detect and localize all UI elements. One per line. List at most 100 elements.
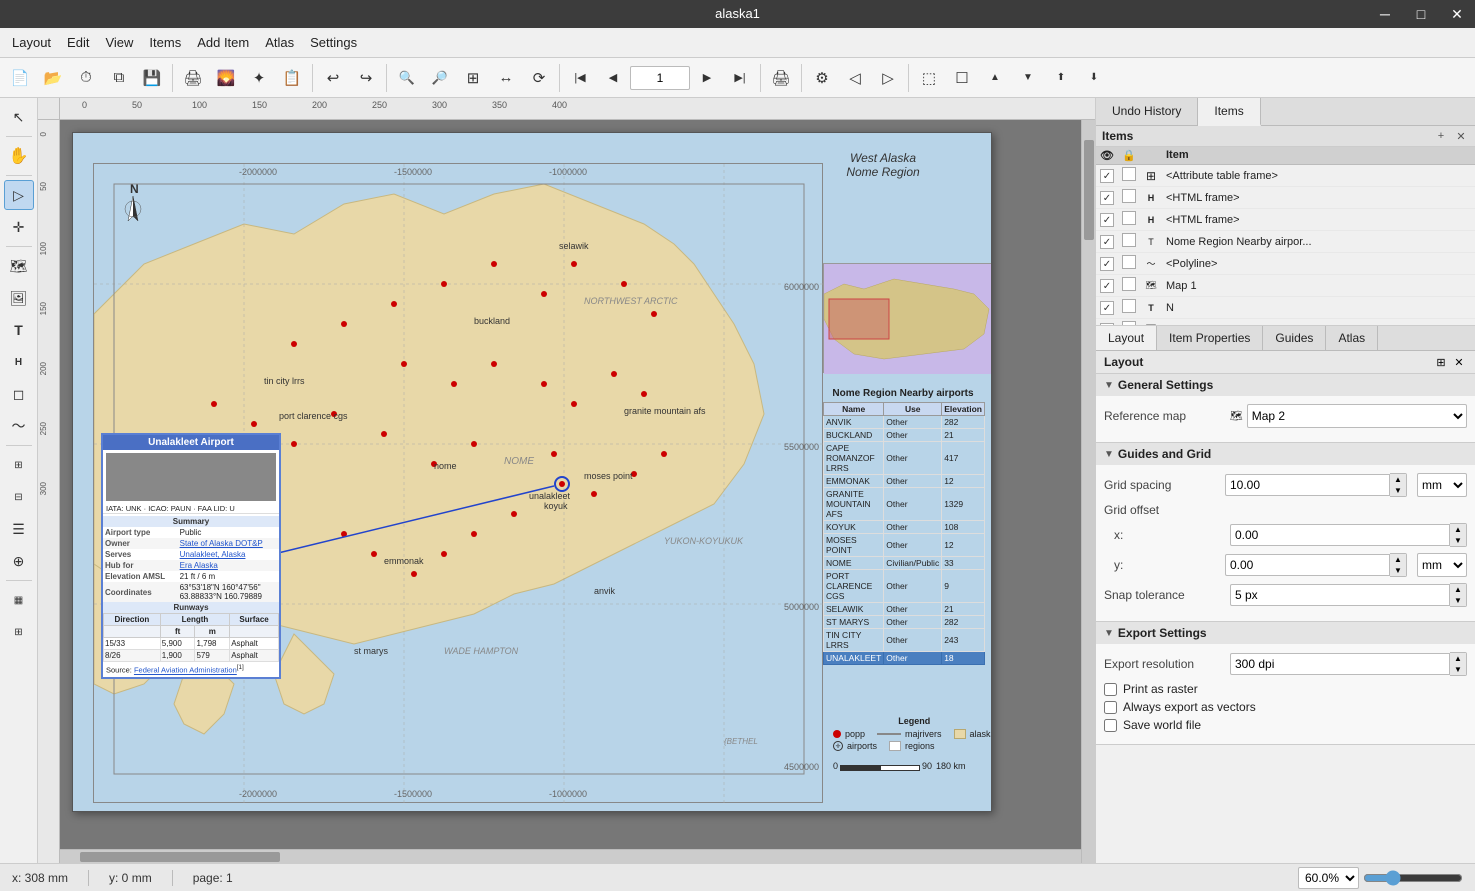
items-add-button[interactable]: + xyxy=(1433,128,1449,144)
new-layout-button[interactable]: 📄 xyxy=(4,62,36,94)
zoom-width-button[interactable]: ↔ xyxy=(490,62,522,94)
print-layout-button[interactable]: 🖨 xyxy=(177,62,209,94)
save-button[interactable]: 💾 xyxy=(136,62,168,94)
tab-atlas[interactable]: Atlas xyxy=(1326,326,1378,350)
menu-atlas[interactable]: Atlas xyxy=(257,31,302,54)
select-item-tool[interactable]: ▷ xyxy=(4,180,34,210)
zoom-out-button[interactable]: 🔎 xyxy=(424,62,456,94)
list-item[interactable]: ✓ T Nome Region Nearby airpor... xyxy=(1096,231,1475,253)
tab-items[interactable]: Items xyxy=(1198,98,1260,126)
list-item[interactable]: ✓ T N xyxy=(1096,297,1475,319)
lock-checkbox[interactable] xyxy=(1118,167,1140,184)
menu-edit[interactable]: Edit xyxy=(59,31,97,54)
grid-spacing-input[interactable] xyxy=(1225,474,1390,496)
grid-offset-y-up[interactable]: ▲ xyxy=(1390,554,1406,565)
visibility-checkbox[interactable]: ✓ xyxy=(1096,213,1118,227)
items-remove-button[interactable]: ✕ xyxy=(1453,128,1469,144)
list-item[interactable]: ✓ ⊞ <Attribute table frame> xyxy=(1096,165,1475,187)
snap-tolerance-down[interactable]: ▼ xyxy=(1450,595,1466,606)
list-item[interactable]: ✓ 〜 <Polyline> xyxy=(1096,253,1475,275)
pan-tool[interactable]: ✋ xyxy=(4,141,34,171)
grid-spacing-up[interactable]: ▲ xyxy=(1390,474,1406,485)
page-number-input[interactable] xyxy=(630,66,690,90)
layout-close-button[interactable]: ✕ xyxy=(1451,354,1467,370)
tab-guides[interactable]: Guides xyxy=(1263,326,1326,350)
deselect-button[interactable]: ☐ xyxy=(946,62,978,94)
guides-grid-header[interactable]: ▼ Guides and Grid xyxy=(1096,443,1475,465)
list-item[interactable]: ✓ H <HTML frame> xyxy=(1096,209,1475,231)
general-settings-header[interactable]: ▼ General Settings xyxy=(1096,374,1475,396)
raise-button[interactable]: ▲ xyxy=(979,62,1011,94)
visibility-checkbox[interactable]: ✓ xyxy=(1096,279,1118,293)
minimize-button[interactable]: ─ xyxy=(1367,0,1403,28)
add-scalebar-tool[interactable]: ⊟ xyxy=(4,482,34,512)
menu-settings[interactable]: Settings xyxy=(302,31,365,54)
zoom-slider[interactable] xyxy=(1363,870,1463,886)
list-item[interactable]: ✓ 🗺 Map 1 xyxy=(1096,275,1475,297)
zoom-all-button[interactable]: ⊞ xyxy=(457,62,489,94)
vertical-scrollbar[interactable] xyxy=(1081,120,1095,863)
save-world-file-checkbox[interactable] xyxy=(1104,719,1117,732)
always-export-vectors-checkbox[interactable] xyxy=(1104,701,1117,714)
visibility-checkbox[interactable]: ✓ xyxy=(1096,257,1118,271)
export-settings-header[interactable]: ▼ Export Settings xyxy=(1096,622,1475,644)
grid-offset-x-down[interactable]: ▼ xyxy=(1450,535,1466,546)
open-layout-button[interactable]: 📂 xyxy=(37,62,69,94)
grid-offset-y-down[interactable]: ▼ xyxy=(1390,565,1406,576)
lock-checkbox[interactable] xyxy=(1118,277,1140,294)
list-item[interactable]: ✓ 🖼 <Picture> xyxy=(1096,319,1475,325)
tab-item-properties[interactable]: Item Properties xyxy=(1157,326,1263,350)
add-map-tool[interactable]: 🗺 xyxy=(4,251,34,281)
grid-spacing-down[interactable]: ▼ xyxy=(1390,485,1406,496)
grid-offset-unit-select[interactable]: mm cm xyxy=(1417,553,1467,577)
menu-items[interactable]: Items xyxy=(141,31,189,54)
select-move-tool[interactable]: ↖ xyxy=(4,102,34,132)
atlas-settings-button[interactable]: ⚙ xyxy=(806,62,838,94)
v-scroll-thumb[interactable] xyxy=(1084,140,1094,240)
export-resolution-up[interactable]: ▲ xyxy=(1450,653,1466,664)
move-content-tool[interactable]: ✛ xyxy=(4,212,34,242)
visibility-checkbox[interactable]: ✓ xyxy=(1096,169,1118,183)
tab-undo-history[interactable]: Undo History xyxy=(1096,98,1198,125)
lock-checkbox[interactable] xyxy=(1118,211,1140,228)
add-north-tool[interactable]: ⊕ xyxy=(4,546,34,576)
visibility-checkbox[interactable]: ✓ xyxy=(1096,323,1118,326)
layout-expand-button[interactable]: ⊞ xyxy=(1433,354,1449,370)
refresh-button[interactable]: ⟳ xyxy=(523,62,555,94)
lock-checkbox[interactable] xyxy=(1118,255,1140,272)
menu-layout[interactable]: Layout xyxy=(4,31,59,54)
menu-add-item[interactable]: Add Item xyxy=(189,31,257,54)
lock-checkbox[interactable] xyxy=(1118,321,1140,325)
tab-layout[interactable]: Layout xyxy=(1096,326,1157,350)
undo-button[interactable]: ↩ xyxy=(317,62,349,94)
nav-prev-button[interactable]: ◀ xyxy=(597,62,629,94)
visibility-checkbox[interactable]: ✓ xyxy=(1096,235,1118,249)
add-legend-tool[interactable]: ☰ xyxy=(4,514,34,544)
recent-button[interactable]: ⏱ xyxy=(70,62,102,94)
duplicate-button[interactable]: ⧉ xyxy=(103,62,135,94)
print-as-raster-checkbox[interactable] xyxy=(1104,683,1117,696)
map-canvas[interactable]: selawik buckland tin city lrrs port clar… xyxy=(60,120,1095,863)
export-resolution-input[interactable] xyxy=(1230,653,1450,675)
reference-map-select[interactable]: Map 2 Map 1 xyxy=(1247,404,1467,428)
list-item[interactable]: ✓ H <HTML frame> xyxy=(1096,187,1475,209)
grid-offset-y-input[interactable] xyxy=(1225,554,1390,576)
horizontal-scrollbar[interactable] xyxy=(60,849,1081,863)
lower-button[interactable]: ▼ xyxy=(1012,62,1044,94)
lock-checkbox[interactable] xyxy=(1118,189,1140,206)
snap-tolerance-up[interactable]: ▲ xyxy=(1450,584,1466,595)
grid-offset-x-input[interactable] xyxy=(1230,524,1450,546)
canvas-area[interactable]: 0 50 100 150 200 250 300 350 400 0 50 10… xyxy=(38,98,1095,863)
lock-checkbox[interactable] xyxy=(1118,299,1140,316)
add-shape-tool[interactable]: ◻ xyxy=(4,379,34,409)
add-barcode-tool[interactable]: ▦ xyxy=(4,585,34,615)
raise-top-button[interactable]: ⬆ xyxy=(1045,62,1077,94)
close-button[interactable]: ✕ xyxy=(1439,0,1475,28)
add-table-tool[interactable]: ⊞ xyxy=(4,450,34,480)
select-all-button[interactable]: ⬚ xyxy=(913,62,945,94)
atlas-prev-button[interactable]: ◁ xyxy=(839,62,871,94)
snap-tolerance-input[interactable] xyxy=(1230,584,1450,606)
add-picture-tool[interactable]: 🖼 xyxy=(4,283,34,313)
visibility-checkbox[interactable]: ✓ xyxy=(1096,191,1118,205)
visibility-checkbox[interactable]: ✓ xyxy=(1096,301,1118,315)
